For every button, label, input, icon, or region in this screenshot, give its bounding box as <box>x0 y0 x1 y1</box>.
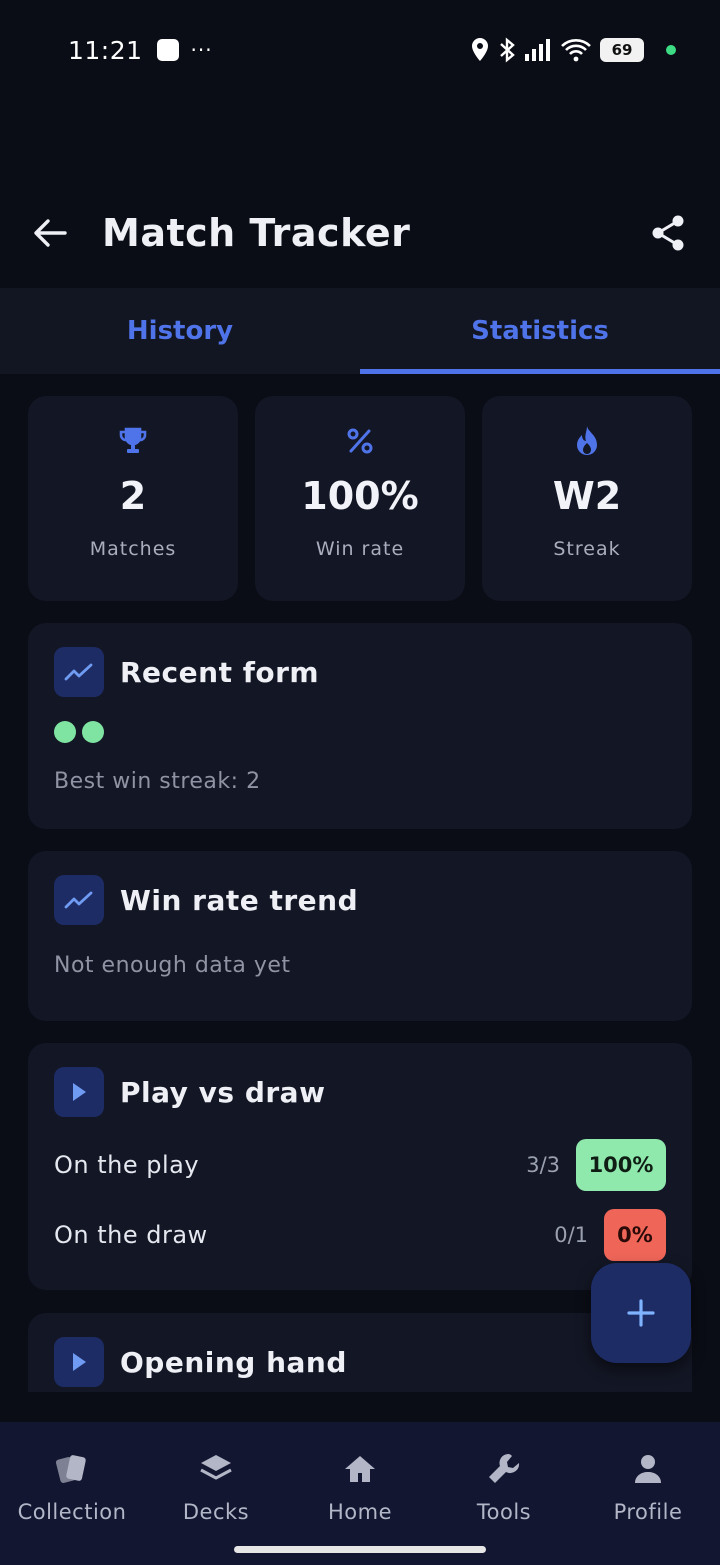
home-indicator[interactable] <box>234 1546 486 1553</box>
win-rate-label: Win rate <box>315 538 405 560</box>
nav-decks-label: Decks <box>182 1500 250 1524</box>
matches-value: 2 <box>119 474 147 518</box>
notification-icon <box>156 39 179 61</box>
battery-icon: 69 <box>600 38 644 62</box>
plus-icon <box>627 1299 655 1327</box>
recent-form-card: Recent form Best win streak: 2 <box>28 623 692 829</box>
win-rate-value: 100% <box>301 474 419 518</box>
win-rate-trend-card: Win rate trend Not enough data yet <box>28 851 692 1021</box>
tab-bar: History Statistics <box>0 288 720 374</box>
nav-tools-label: Tools <box>476 1500 532 1524</box>
on-the-draw-count: 0/1 <box>554 1223 588 1247</box>
nav-profile[interactable]: Profile <box>576 1450 720 1565</box>
form-result-win <box>82 721 104 743</box>
stat-card-matches: 2 Matches <box>28 396 238 601</box>
tab-history-label: History <box>126 316 234 346</box>
arrow-left-icon <box>34 219 67 247</box>
status-icons: 69 <box>470 37 676 63</box>
status-bar: 11:21 ··· 69 <box>0 0 720 100</box>
trend-icon-box <box>54 875 104 925</box>
best-win-streak: Best win streak: 2 <box>54 769 261 794</box>
form-result-win <box>54 721 76 743</box>
streak-label: Streak <box>553 538 621 560</box>
location-icon <box>472 38 488 61</box>
share-button[interactable] <box>646 211 690 255</box>
trending-icon <box>64 891 93 909</box>
not-enough-data-message: Not enough data yet <box>54 953 291 978</box>
play-vs-draw-title: Play vs draw <box>120 1075 326 1109</box>
tab-statistics[interactable]: Statistics <box>360 288 720 374</box>
win-rate-trend-title: Win rate trend <box>120 883 359 917</box>
on-the-play-label: On the play <box>54 1151 200 1179</box>
status-time: 11:21 <box>68 35 143 65</box>
page-title: Match Tracker <box>102 211 411 255</box>
app-bar: Match Tracker <box>0 190 720 276</box>
trend-icon-box <box>54 647 104 697</box>
person-icon <box>635 1455 661 1483</box>
nav-collection-label: Collection <box>17 1500 127 1524</box>
trophy-icon <box>119 427 147 453</box>
stat-cards: 2 Matches 100% Win rate W2 Streak <box>28 396 692 601</box>
bottom-navigation: Collection Decks Home Tools Profile <box>0 1422 720 1565</box>
trending-icon <box>64 663 93 681</box>
on-the-draw-label: On the draw <box>54 1221 208 1249</box>
on-the-play-count: 3/3 <box>526 1153 560 1177</box>
nav-home-label: Home <box>327 1500 392 1524</box>
percent-icon <box>347 428 373 454</box>
add-match-button[interactable] <box>591 1263 691 1363</box>
home-icon <box>345 1456 375 1482</box>
layers-icon <box>200 1455 232 1480</box>
back-button[interactable] <box>30 213 70 253</box>
statistics-content[interactable]: 2 Matches 100% Win rate W2 Streak Recent… <box>0 374 720 1392</box>
nav-profile-label: Profile <box>613 1500 683 1524</box>
wifi-icon <box>561 39 591 62</box>
on-the-draw-row: On the draw 0/1 0% <box>54 1207 666 1263</box>
more-notifications-icon: ··· <box>190 38 213 62</box>
on-the-play-rate-badge: 100% <box>576 1139 666 1191</box>
play-vs-draw-card: Play vs draw On the play 3/3 100% On the… <box>28 1043 692 1290</box>
tab-history[interactable]: History <box>0 288 360 374</box>
stat-card-streak: W2 Streak <box>482 396 692 601</box>
bluetooth-icon <box>500 37 515 63</box>
share-icon <box>652 215 684 251</box>
nav-collection[interactable]: Collection <box>0 1450 144 1565</box>
signal-icon <box>525 39 550 61</box>
play-icon-box <box>54 1337 104 1387</box>
recent-form-results <box>54 721 666 743</box>
play-icon <box>73 1083 86 1101</box>
opening-hand-title: Opening hand <box>120 1345 347 1379</box>
matches-label: Matches <box>89 538 177 560</box>
tab-statistics-label: Statistics <box>471 316 609 346</box>
stat-card-win-rate: 100% Win rate <box>255 396 465 601</box>
flame-icon <box>577 426 597 455</box>
privacy-indicator-dot <box>666 45 676 55</box>
cards-icon <box>55 1455 86 1483</box>
play-icon <box>73 1353 86 1371</box>
play-icon-box <box>54 1067 104 1117</box>
recent-form-title: Recent form <box>120 655 320 689</box>
on-the-play-row: On the play 3/3 100% <box>54 1137 666 1193</box>
wrench-icon <box>489 1454 520 1483</box>
streak-value: W2 <box>552 474 622 518</box>
on-the-draw-rate-badge: 0% <box>604 1209 666 1261</box>
